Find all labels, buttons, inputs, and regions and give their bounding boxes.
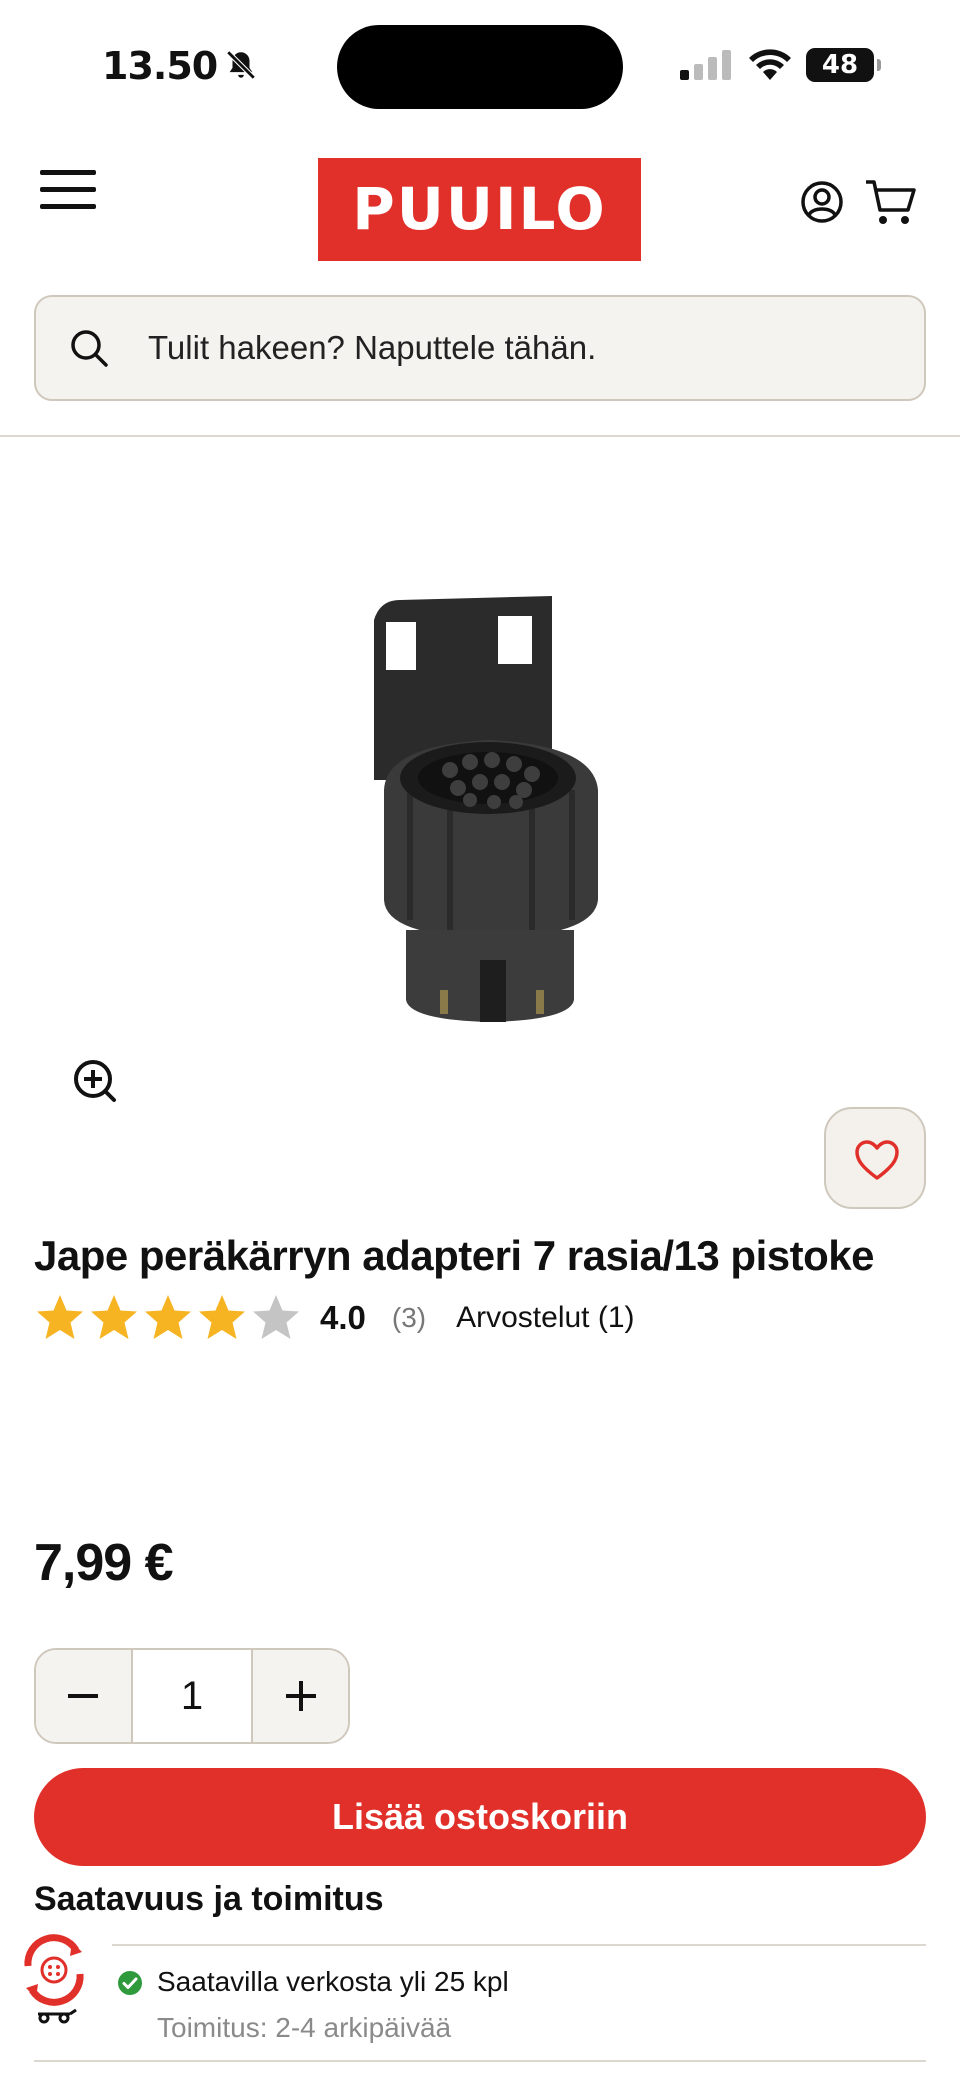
decrease-quantity-button[interactable] bbox=[36, 1650, 131, 1742]
rating-stars bbox=[34, 1293, 302, 1343]
cart-icon bbox=[866, 180, 916, 224]
increase-quantity-button[interactable] bbox=[253, 1650, 348, 1742]
site-header: PUUILO bbox=[0, 130, 960, 290]
quantity-value[interactable]: 1 bbox=[130, 1650, 254, 1742]
star-icon bbox=[199, 1295, 245, 1339]
heart-icon bbox=[855, 1140, 899, 1180]
product-rating: 4.0 (3) Arvostelut (1) bbox=[34, 1290, 635, 1346]
delivery-time: Toimitus: 2-4 arkipäivää bbox=[157, 2012, 452, 2043]
bottom-divider bbox=[34, 2060, 926, 2062]
add-to-cart-button[interactable]: Lisää ostoskoriin bbox=[34, 1768, 926, 1866]
status-bar: 13.50 48 bbox=[0, 0, 960, 130]
cart-button[interactable] bbox=[864, 178, 916, 233]
availability-heading: Saatavuus ja toimitus bbox=[34, 1880, 384, 1918]
account-icon bbox=[801, 181, 843, 223]
status-time: 13.50 bbox=[102, 44, 218, 88]
dynamic-island bbox=[337, 25, 623, 109]
minus-icon bbox=[68, 1694, 99, 1698]
star-icon bbox=[145, 1295, 191, 1339]
star-icon bbox=[91, 1295, 137, 1339]
search-icon bbox=[71, 330, 108, 367]
wifi-icon bbox=[749, 49, 791, 80]
favorite-button[interactable] bbox=[824, 1107, 926, 1209]
product-image[interactable] bbox=[340, 560, 640, 1060]
rating-value: 4.0 bbox=[320, 1299, 366, 1336]
menu-icon bbox=[40, 170, 96, 209]
quantity-stepper: 1 bbox=[34, 1648, 350, 1744]
battery-indicator: 48 bbox=[806, 48, 881, 82]
rating-count: (3) bbox=[391, 1302, 427, 1333]
zoom-in-icon bbox=[74, 1060, 116, 1102]
plus-icon bbox=[285, 1681, 316, 1711]
stock-status: Saatavilla verkosta yli 25 kpl bbox=[157, 1966, 509, 1997]
pickup-badge-icon[interactable] bbox=[14, 1930, 94, 2030]
menu-button[interactable] bbox=[40, 168, 96, 212]
availability-divider bbox=[112, 1944, 926, 1946]
search-input[interactable] bbox=[148, 297, 908, 399]
header-divider bbox=[0, 435, 960, 437]
bell-muted-icon bbox=[226, 50, 256, 80]
search-bar[interactable] bbox=[34, 295, 926, 401]
signal-icon bbox=[680, 50, 731, 80]
reviews-link[interactable]: Arvostelut (1) bbox=[456, 1301, 634, 1335]
star-empty-icon bbox=[253, 1295, 299, 1339]
star-icon bbox=[37, 1295, 83, 1339]
puuilo-logo[interactable]: PUUILO bbox=[318, 158, 641, 261]
product-price: 7,99 € bbox=[34, 1534, 174, 1592]
product-title: Jape peräkärryn adapteri 7 rasia/13 pist… bbox=[34, 1232, 874, 1279]
account-button[interactable] bbox=[800, 180, 844, 229]
zoom-button[interactable] bbox=[72, 1058, 118, 1109]
check-circle-icon bbox=[118, 1971, 142, 1995]
